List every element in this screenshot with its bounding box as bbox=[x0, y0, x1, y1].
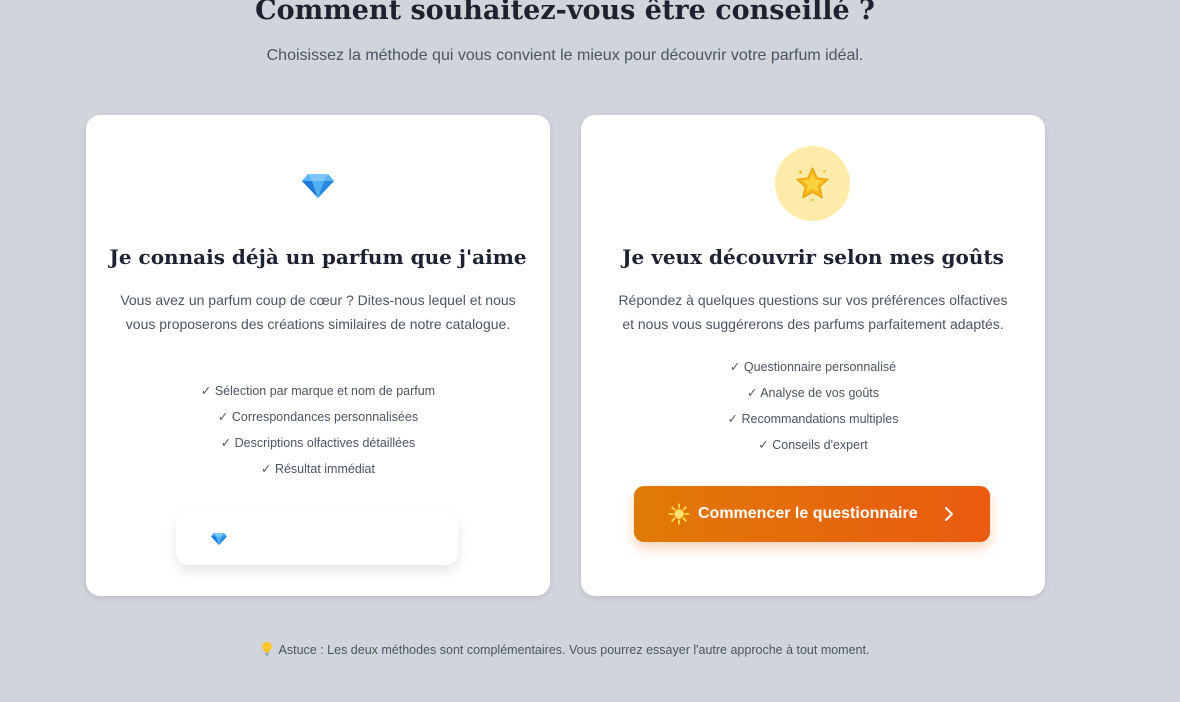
start-questionnaire-label: Commencer le questionnaire bbox=[698, 505, 918, 522]
feature-item: ✓ Questionnaire personnalisé bbox=[729, 360, 897, 374]
feature-list: ✓ Questionnaire personnalisé ✓ Analyse d… bbox=[581, 354, 1045, 458]
page-title: Comment souhaitez-vous être conseillé ? bbox=[255, 0, 875, 26]
perfume-select[interactable] bbox=[176, 511, 458, 565]
feature-item: ✓ Conseils d'expert bbox=[758, 438, 868, 452]
feature-list: ✓ Sélection par marque et nom de parfum … bbox=[86, 378, 550, 482]
star-icon-badge bbox=[775, 146, 850, 221]
chevron-right-icon bbox=[945, 507, 953, 521]
known-perfume-card[interactable]: Je connais déjà un parfum que j'aime Vou… bbox=[86, 115, 550, 596]
discover-tastes-card[interactable]: Je veux découvrir selon mes goûts Répond… bbox=[581, 115, 1045, 596]
feature-item: ✓ Correspondances personnalisées bbox=[217, 410, 419, 424]
star-icon bbox=[796, 167, 829, 202]
card-title: Je veux découvrir selon mes goûts bbox=[622, 245, 1004, 269]
gem-icon bbox=[302, 174, 334, 198]
card-description: Vous avez un parfum coup de cœur ? Dites… bbox=[120, 292, 516, 332]
feature-item: ✓ Analyse de vos goûts bbox=[746, 386, 880, 400]
feature-item: ✓ Descriptions olfactives détaillées bbox=[220, 436, 416, 450]
card-title: Je connais déjà un parfum que j'aime bbox=[109, 245, 527, 269]
card-description: Répondez à quelques questions sur vos pr… bbox=[618, 292, 1008, 332]
light-bulb-icon bbox=[261, 642, 272, 656]
feature-item: ✓ Résultat immédiat bbox=[261, 462, 375, 476]
page-subtitle: Choisissez la méthode qui vous convient … bbox=[266, 47, 864, 64]
feature-item: ✓ Recommandations multiples bbox=[727, 412, 899, 426]
tip-text: Astuce : Les deux méthodes sont compléme… bbox=[278, 643, 870, 657]
gem-icon bbox=[211, 533, 227, 545]
start-questionnaire-button[interactable]: Commencer le questionnaire bbox=[634, 486, 990, 542]
sun-icon bbox=[668, 503, 690, 525]
tip-text-row: Astuce : Les deux méthodes sont compléme… bbox=[0, 641, 1130, 659]
feature-item: ✓ Sélection par marque et nom de parfum bbox=[200, 384, 436, 398]
